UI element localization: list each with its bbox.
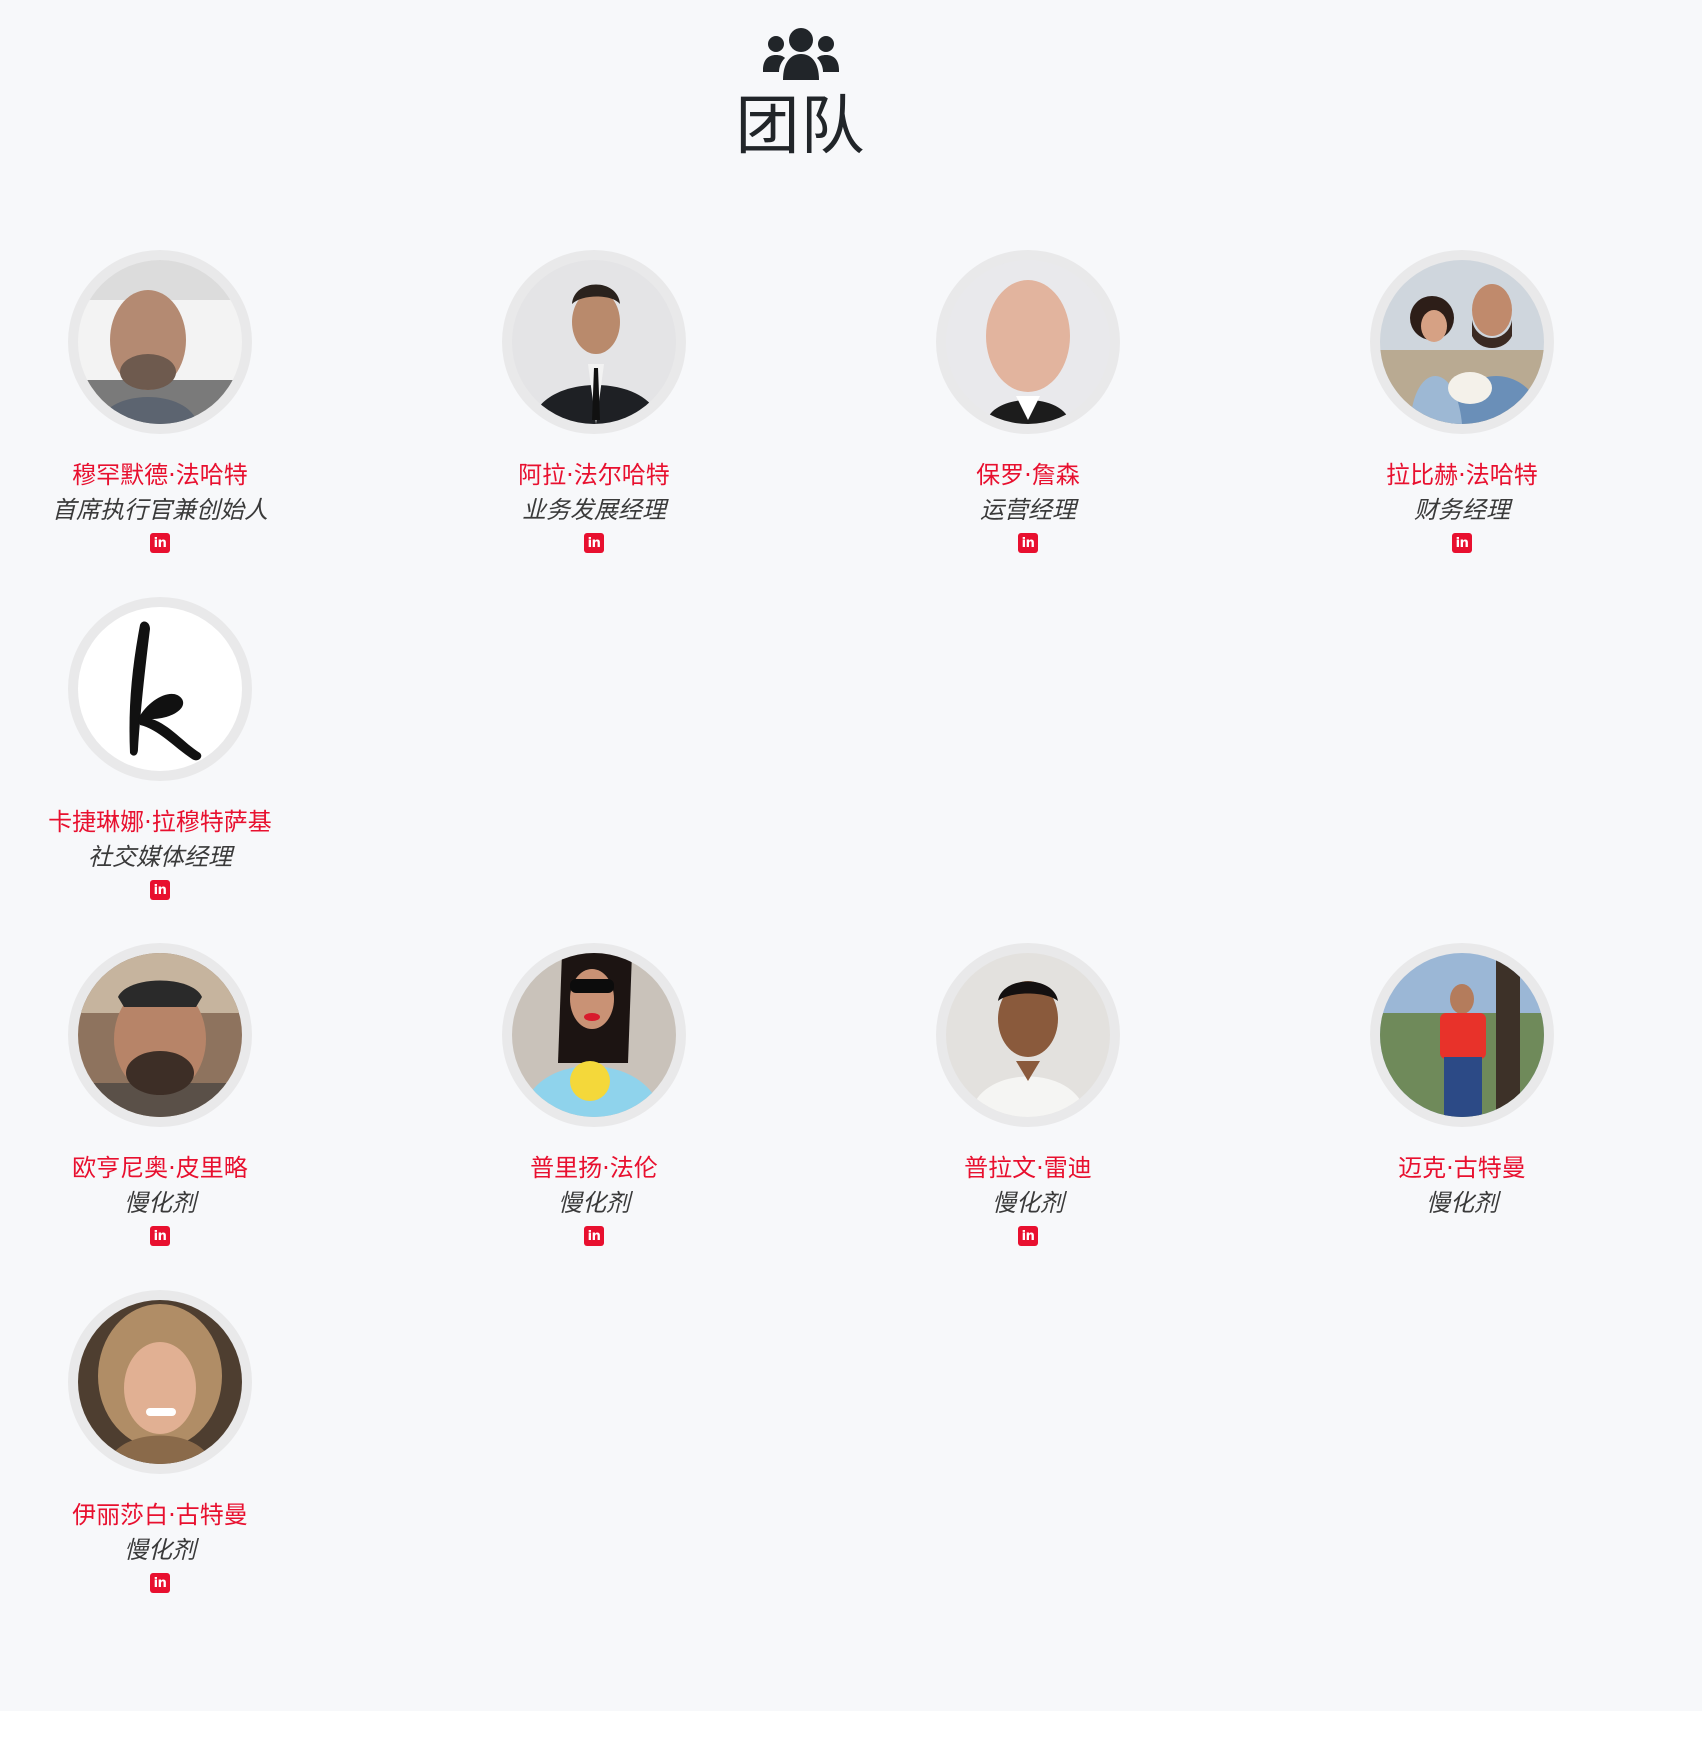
linkedin-icon[interactable]: in [1018, 1226, 1038, 1246]
member-photo [946, 953, 1110, 1117]
member-name: 伊丽莎白·古特曼 [72, 1501, 248, 1529]
member-photo [946, 260, 1110, 424]
member-role: 慢化剂 [992, 1189, 1064, 1217]
member-role: 财务经理 [1414, 496, 1510, 524]
member-name: 保罗·詹森 [976, 461, 1080, 489]
team-member-card: 欧亨尼奥·皮里略 慢化剂 in [0, 943, 330, 1255]
member-name: 穆罕默德·法哈特 [72, 461, 248, 489]
team-member-card: 迈克·古特曼 慢化剂 [1292, 943, 1632, 1255]
linkedin-icon[interactable]: in [150, 1226, 170, 1246]
member-name: 阿拉·法尔哈特 [518, 461, 670, 489]
member-name: 欧亨尼奥·皮里略 [72, 1154, 248, 1182]
member-photo [78, 1300, 242, 1464]
avatar [68, 943, 252, 1127]
member-name: 普拉文·雷迪 [964, 1154, 1092, 1182]
team-member-card: 卡捷琳娜·拉穆特萨基 社交媒体经理 in [0, 597, 330, 909]
member-photo [1380, 953, 1544, 1117]
member-name: 普里扬·法伦 [530, 1154, 658, 1182]
avatar [936, 943, 1120, 1127]
avatar [502, 250, 686, 434]
linkedin-icon[interactable]: in [150, 1573, 170, 1593]
team-member-card: 拉比赫·法哈特 财务经理 in [1292, 250, 1632, 562]
member-role: 首席执行官兼创始人 [52, 496, 268, 524]
avatar [68, 1290, 252, 1474]
team-member-card: 普拉文·雷迪 慢化剂 in [858, 943, 1198, 1255]
linkedin-icon[interactable]: in [584, 1226, 604, 1246]
linkedin-icon[interactable]: in [150, 533, 170, 553]
page-title: 团队 [735, 90, 866, 164]
member-role: 慢化剂 [1426, 1189, 1498, 1217]
avatar [68, 250, 252, 434]
member-role: 运营经理 [980, 496, 1076, 524]
linkedin-icon[interactable]: in [1452, 533, 1472, 553]
users-icon [762, 28, 839, 80]
member-name: 拉比赫·法哈特 [1386, 461, 1538, 489]
member-photo [512, 953, 676, 1117]
linkedin-icon[interactable]: in [150, 880, 170, 900]
member-role: 业务发展经理 [522, 496, 666, 524]
team-member-card: 普里扬·法伦 慢化剂 in [424, 943, 764, 1255]
member-name: 迈克·古特曼 [1398, 1154, 1526, 1182]
avatar [936, 250, 1120, 434]
member-role: 慢化剂 [124, 1189, 196, 1217]
team-member-card: 伊丽莎白·古特曼 慢化剂 in [0, 1290, 330, 1602]
avatar [502, 943, 686, 1127]
member-name: 卡捷琳娜·拉穆特萨基 [48, 808, 272, 836]
team-member-card: 保罗·詹森 运营经理 in [858, 250, 1198, 562]
avatar [68, 597, 252, 781]
page: 团队 穆罕默德·法哈特 首席执行官兼创始人 in 阿拉·法尔哈特 业务发展经理 … [0, 0, 1702, 1762]
team-member-card: 阿拉·法尔哈特 业务发展经理 in [424, 250, 764, 562]
team-section: 团队 穆罕默德·法哈特 首席执行官兼创始人 in 阿拉·法尔哈特 业务发展经理 … [0, 0, 1702, 1711]
member-role: 慢化剂 [124, 1536, 196, 1564]
member-photo [512, 260, 676, 424]
linkedin-icon[interactable]: in [584, 533, 604, 553]
linkedin-icon[interactable]: in [1018, 533, 1038, 553]
member-role: 社交媒体经理 [88, 843, 232, 871]
member-photo [78, 260, 242, 424]
member-photo [1380, 260, 1544, 424]
member-photo [78, 607, 242, 771]
member-photo [78, 953, 242, 1117]
member-role: 慢化剂 [558, 1189, 630, 1217]
team-member-card: 穆罕默德·法哈特 首席执行官兼创始人 in [0, 250, 330, 562]
avatar [1370, 943, 1554, 1127]
avatar [1370, 250, 1554, 434]
team-header: 团队 [0, 26, 1601, 166]
